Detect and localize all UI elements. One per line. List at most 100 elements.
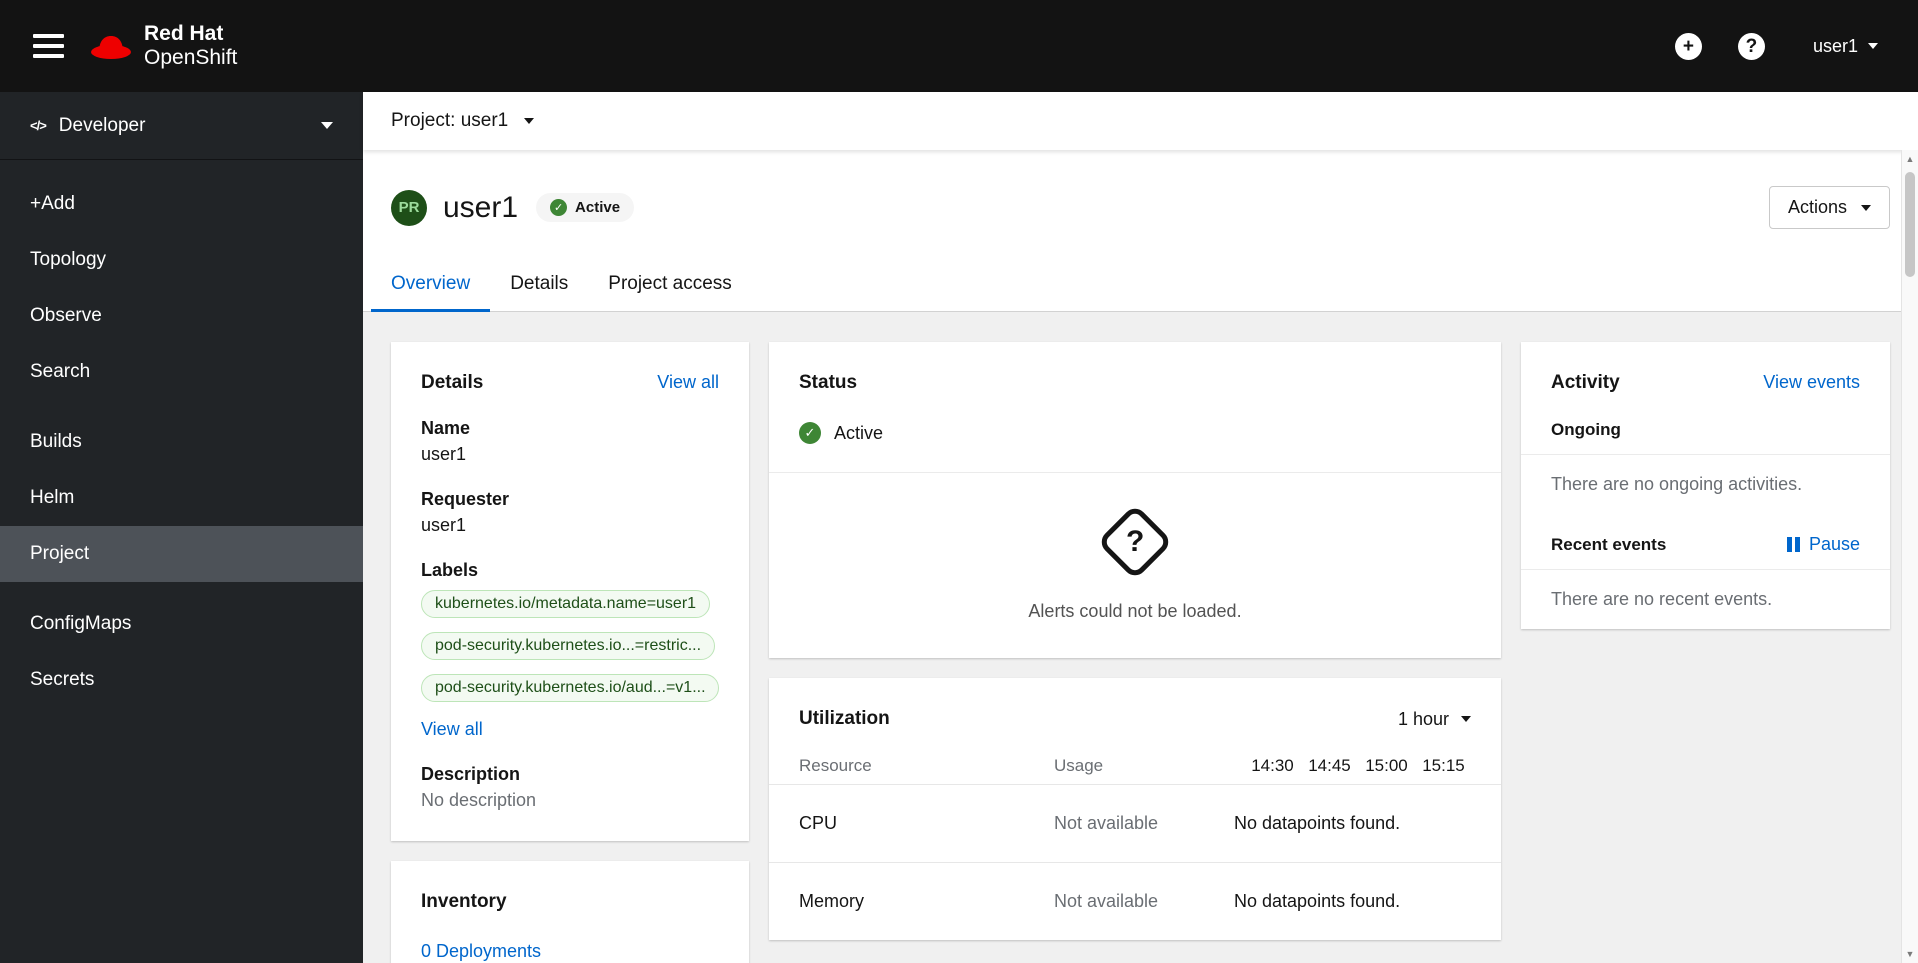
deployments-link[interactable]: 0 Deployments bbox=[421, 941, 541, 962]
resource-usage: Not available bbox=[1054, 813, 1159, 833]
sidebar-item-add[interactable]: +Add bbox=[0, 176, 363, 232]
nav-toggle-icon[interactable] bbox=[29, 28, 68, 64]
utilization-card-header: Utilization 1 hour bbox=[769, 678, 1501, 730]
sidebar-item-builds[interactable]: Builds bbox=[0, 414, 363, 470]
requester-value: user1 bbox=[421, 515, 467, 535]
vertical-scrollbar[interactable]: ▲ ▼ bbox=[1901, 150, 1918, 963]
openshift-console: Red Hat OpenShift + ? user1 </> Develope… bbox=[0, 0, 1918, 963]
title-row: PR user1 ✓ Active Actions bbox=[363, 186, 1918, 229]
status-card-title: Status bbox=[799, 372, 858, 393]
view-events-link[interactable]: View events bbox=[1763, 372, 1860, 393]
sidebar-item-secrets[interactable]: Secrets bbox=[0, 652, 363, 708]
resource-datapoints: No datapoints found. bbox=[1234, 891, 1401, 911]
scroll-region: PR user1 ✓ Active Actions Overview Detai… bbox=[363, 150, 1918, 963]
sidebar-item-observe[interactable]: Observe bbox=[0, 288, 363, 344]
utilization-card: Utilization 1 hour Resource Usage 14:30 … bbox=[769, 678, 1501, 940]
details-view-all-link[interactable]: View all bbox=[657, 372, 719, 393]
left-column: Details View all Name user1 Requester us… bbox=[391, 342, 749, 963]
sidebar-nav: +Add Topology Observe Search Builds Helm… bbox=[0, 160, 363, 712]
time-tick-label: 14:45 bbox=[1308, 756, 1351, 775]
label-chip[interactable]: pod-security.kubernetes.io...=restric... bbox=[421, 632, 716, 660]
tab-overview[interactable]: Overview bbox=[371, 257, 491, 312]
recent-events-label: Recent events bbox=[1551, 534, 1667, 554]
pause-icon bbox=[1786, 537, 1800, 552]
redhat-hat-icon bbox=[91, 36, 131, 59]
sidebar-item-project[interactable]: Project bbox=[0, 526, 363, 582]
resource-column-header: Resource bbox=[799, 756, 872, 775]
labels-view-all-link[interactable]: View all bbox=[421, 719, 483, 740]
perspective-label: Developer bbox=[58, 114, 146, 136]
tab-details[interactable]: Details bbox=[490, 257, 588, 311]
masthead-toolbar: + ? user1 bbox=[1674, 32, 1878, 60]
inventory-card: Inventory 0 Deployments bbox=[391, 861, 749, 963]
description-value: No description bbox=[421, 790, 537, 810]
perspective-label-group: </> Developer bbox=[30, 115, 145, 137]
details-card-header: Details View all bbox=[421, 372, 719, 394]
chevron-down-icon bbox=[1861, 204, 1871, 211]
sidebar-item-topology[interactable]: Topology bbox=[0, 232, 363, 288]
label-chip-row: kubernetes.io/metadata.name=user1 bbox=[421, 590, 719, 623]
sidebar-item-helm[interactable]: Helm bbox=[0, 470, 363, 526]
help-icon[interactable]: ? bbox=[1737, 32, 1765, 60]
activity-card-title: Activity bbox=[1551, 372, 1620, 393]
details-card-title: Details bbox=[421, 372, 484, 393]
brand-logo[interactable]: Red Hat OpenShift bbox=[90, 22, 237, 69]
dashboard-grid: Details View all Name user1 Requester us… bbox=[363, 312, 1918, 963]
actions-dropdown[interactable]: Actions bbox=[1768, 186, 1890, 229]
perspective-switcher[interactable]: </> Developer bbox=[0, 92, 363, 160]
inventory-card-title: Inventory bbox=[421, 891, 507, 912]
chevron-down-icon bbox=[524, 118, 535, 124]
scroll-down-icon[interactable]: ▼ bbox=[1902, 945, 1918, 963]
nav-section-config: ConfigMaps Secrets bbox=[0, 596, 363, 708]
usage-column-header: Usage bbox=[1054, 756, 1104, 775]
scrollbar-thumb[interactable] bbox=[1905, 172, 1915, 277]
project-selector-label: Project: user1 bbox=[391, 110, 509, 131]
ongoing-section-header: Ongoing bbox=[1521, 400, 1890, 455]
nav-section-main: +Add Topology Observe Search bbox=[0, 176, 363, 400]
unknown-status-icon: ? bbox=[1096, 503, 1174, 581]
project-resource-badge: PR bbox=[391, 189, 427, 226]
requester-label: Requester bbox=[421, 489, 510, 509]
tab-bar: Overview Details Project access bbox=[363, 257, 1918, 312]
pause-button[interactable]: Pause bbox=[1786, 534, 1860, 555]
app-body: </> Developer +Add Topology Observe Sear… bbox=[0, 92, 1918, 963]
labels-label: Labels bbox=[421, 560, 479, 580]
project-selector[interactable]: Project: user1 bbox=[363, 92, 1918, 150]
code-icon: </> bbox=[30, 118, 47, 133]
page-header: PR user1 ✓ Active Actions Overview Detai… bbox=[363, 150, 1918, 312]
username: user1 bbox=[1812, 35, 1858, 56]
duration-dropdown[interactable]: 1 hour bbox=[1398, 709, 1471, 730]
scroll-up-icon[interactable]: ▲ bbox=[1902, 150, 1918, 168]
name-label: Name bbox=[421, 418, 471, 438]
details-card: Details View all Name user1 Requester us… bbox=[391, 342, 749, 841]
status-badge: ✓ Active bbox=[536, 193, 635, 222]
activity-card-header: Activity View events bbox=[1521, 342, 1890, 400]
tab-project-access[interactable]: Project access bbox=[588, 257, 752, 311]
add-icon[interactable]: + bbox=[1674, 32, 1702, 60]
recent-events-section-header: Recent events Pause bbox=[1521, 514, 1890, 570]
name-value: user1 bbox=[421, 444, 467, 464]
chevron-down-icon bbox=[321, 122, 333, 129]
sidebar-item-search[interactable]: Search bbox=[0, 344, 363, 400]
check-circle-icon: ✓ bbox=[799, 422, 821, 444]
label-chip[interactable]: pod-security.kubernetes.io/aud...=v1... bbox=[421, 674, 719, 702]
activity-card: Activity View events Ongoing There are n… bbox=[1521, 342, 1890, 629]
check-circle-icon: ✓ bbox=[550, 199, 568, 216]
nav-section-workloads: Builds Helm Project bbox=[0, 414, 363, 582]
utilization-row-cpu: CPU Not available No datapoints found. bbox=[769, 785, 1501, 863]
sidebar: </> Developer +Add Topology Observe Sear… bbox=[0, 92, 363, 963]
description-label: Description bbox=[421, 764, 521, 784]
alerts-body: ? Alerts could not be loaded. bbox=[799, 473, 1471, 628]
chevron-down-icon bbox=[1461, 716, 1471, 722]
utilization-axis-row: Resource Usage 14:30 14:45 15:00 15:15 bbox=[769, 730, 1501, 785]
resource-name: CPU bbox=[799, 813, 838, 833]
middle-column: Status ✓ Active ? Alerts could not be lo bbox=[769, 342, 1501, 940]
right-column: Activity View events Ongoing There are n… bbox=[1521, 342, 1890, 629]
user-menu[interactable]: user1 bbox=[1813, 36, 1878, 57]
sidebar-item-configmaps[interactable]: ConfigMaps bbox=[0, 596, 363, 652]
status-badge-label: Active bbox=[575, 199, 621, 216]
masthead: Red Hat OpenShift + ? user1 bbox=[0, 0, 1918, 92]
label-chip[interactable]: kubernetes.io/metadata.name=user1 bbox=[421, 590, 711, 618]
ongoing-empty-message: There are no ongoing activities. bbox=[1551, 474, 1803, 494]
resource-datapoints: No datapoints found. bbox=[1234, 813, 1401, 833]
